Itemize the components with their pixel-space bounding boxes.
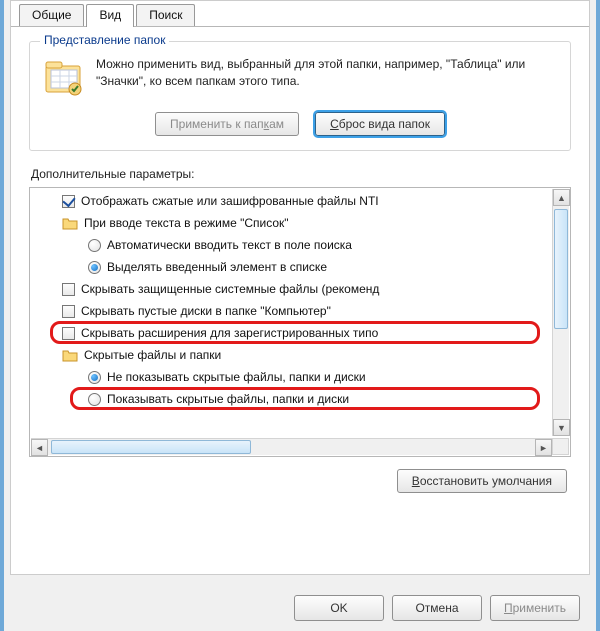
highlight-entered-radio[interactable] — [88, 261, 101, 274]
vertical-scrollbar[interactable]: ▲ ▼ — [552, 189, 569, 436]
tab-view[interactable]: Вид — [86, 4, 134, 27]
folder-views-group: Представление папок — [29, 41, 571, 151]
cancel-button[interactable]: Отмена — [392, 595, 482, 621]
scroll-down-icon[interactable]: ▼ — [553, 419, 570, 436]
list-group: При вводе текста в режиме "Список" — [32, 212, 550, 234]
list-item-label: Скрывать расширения для зарегистрированн… — [81, 326, 378, 340]
list-item[interactable]: Автоматически вводить текст в поле поиск… — [32, 234, 550, 256]
hide-empty-drives-checkbox[interactable] — [62, 305, 75, 318]
list-item-label: Отображать сжатые или зашифрованные файл… — [81, 194, 379, 208]
dont-show-hidden-radio[interactable] — [88, 371, 101, 384]
folder-icon — [62, 347, 78, 363]
list-item-label: При вводе текста в режиме "Список" — [84, 216, 289, 230]
advanced-settings-label: Дополнительные параметры: — [31, 167, 571, 181]
list-item[interactable]: Выделять введенный элемент в списке — [32, 256, 550, 278]
hide-protected-checkbox[interactable] — [62, 283, 75, 296]
scrollbar-corner — [552, 438, 569, 455]
list-item-label: Автоматически вводить текст в поле поиск… — [107, 238, 352, 252]
scroll-left-icon[interactable]: ◄ — [31, 439, 48, 456]
list-item-label: Показывать скрытые файлы, папки и диски — [107, 392, 349, 406]
reset-folder-views-button[interactable]: Сброс вида папок — [315, 112, 445, 136]
dialog-button-row: OK Отмена Применить — [294, 595, 580, 621]
list-item-label: Выделять введенный элемент в списке — [107, 260, 327, 274]
hide-extensions-checkbox[interactable] — [62, 327, 75, 340]
scroll-up-icon[interactable]: ▲ — [553, 189, 570, 206]
folder-options-icon — [42, 56, 84, 98]
show-hidden-radio[interactable] — [88, 393, 101, 406]
list-item[interactable]: Скрывать защищенные системные файлы (рек… — [32, 278, 550, 300]
scroll-thumb[interactable] — [554, 209, 568, 329]
list-item[interactable]: Скрывать расширения для зарегистрированн… — [32, 322, 550, 344]
auto-type-radio[interactable] — [88, 239, 101, 252]
list-item[interactable]: Показывать скрытые файлы, папки и диски — [32, 388, 550, 410]
list-item-label: Не показывать скрытые файлы, папки и дис… — [107, 370, 366, 384]
scroll-thumb[interactable] — [51, 440, 251, 454]
list-item[interactable]: Не показывать скрытые файлы, папки и дис… — [32, 366, 550, 388]
advanced-settings-tree: Отображать сжатые или зашифрованные файл… — [29, 187, 571, 457]
list-item[interactable]: Отображать сжатые или зашифрованные файл… — [32, 190, 550, 212]
tab-general[interactable]: Общие — [19, 4, 84, 26]
list-item-label: Скрывать пустые диски в папке "Компьютер… — [81, 304, 331, 318]
horizontal-scrollbar[interactable]: ◄ ► — [31, 438, 552, 455]
list-group: Скрытые файлы и папки — [32, 344, 550, 366]
scroll-right-icon[interactable]: ► — [535, 439, 552, 456]
tab-search[interactable]: Поиск — [136, 4, 195, 26]
folder-icon — [62, 215, 78, 231]
folder-views-description: Можно применить вид, выбранный для этой … — [96, 56, 558, 98]
list-item-label: Скрытые файлы и папки — [84, 348, 221, 362]
apply-button[interactable]: Применить — [490, 595, 580, 621]
list-item[interactable]: Скрывать пустые диски в папке "Компьютер… — [32, 300, 550, 322]
list-item-label: Скрывать защищенные системные файлы (рек… — [81, 282, 379, 296]
folder-views-title: Представление папок — [40, 33, 169, 47]
show-compressed-checkbox[interactable] — [62, 195, 75, 208]
tab-row: Общие Вид Поиск — [11, 1, 589, 27]
restore-defaults-button[interactable]: Восстановить умолчания — [397, 469, 567, 493]
apply-to-folders-button[interactable]: Применить к папкам — [155, 112, 299, 136]
ok-button[interactable]: OK — [294, 595, 384, 621]
